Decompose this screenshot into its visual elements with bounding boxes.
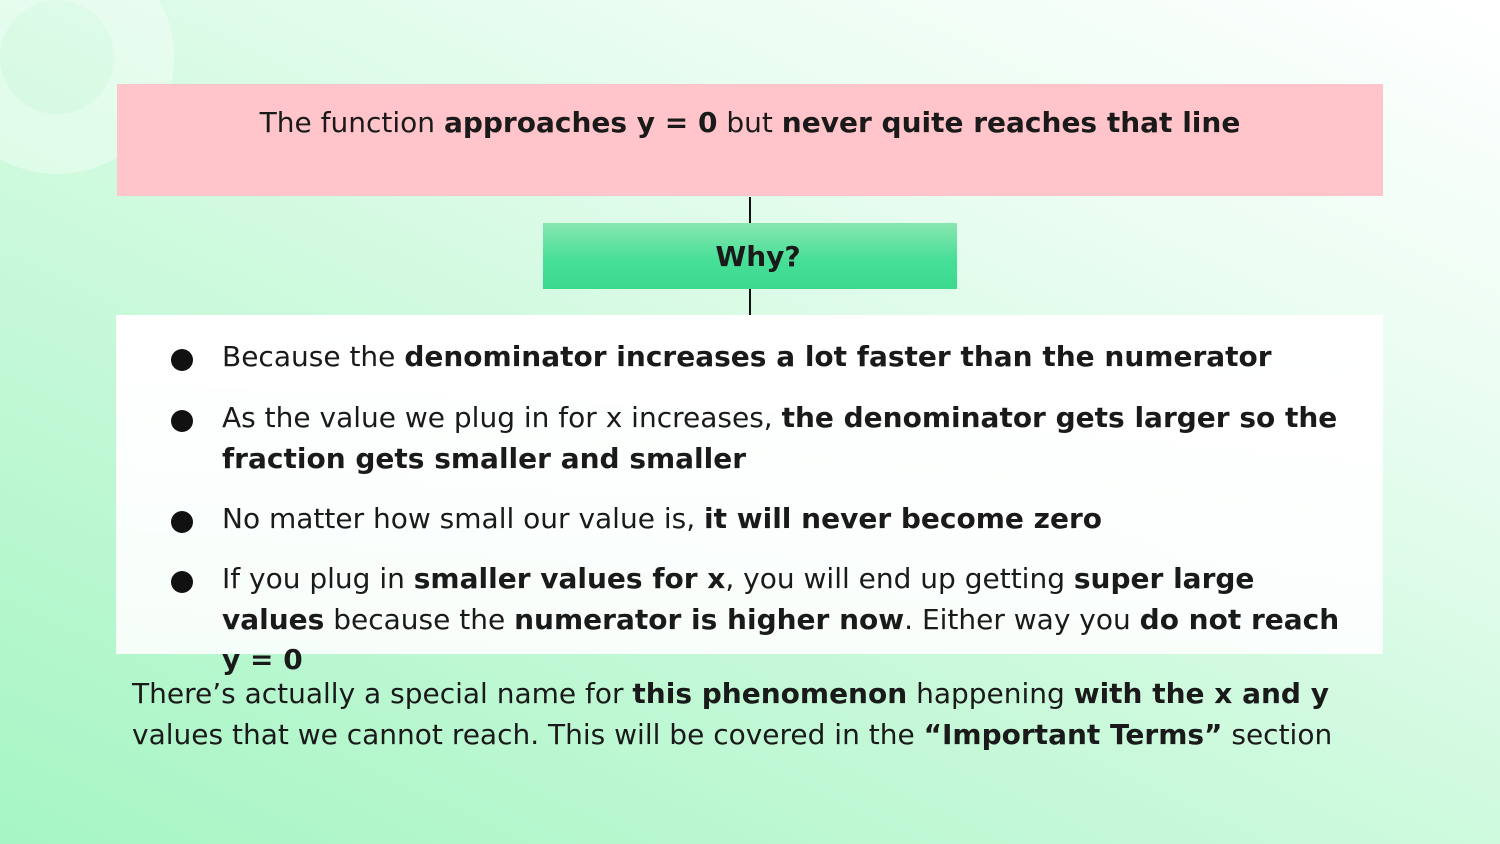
reason-text: No matter how small our value is, it wil… bbox=[222, 502, 1102, 535]
bullet-icon bbox=[171, 511, 193, 533]
statement-box: The function approaches y = 0 but never … bbox=[117, 84, 1383, 196]
footer-note: There’s actually a special name for this… bbox=[132, 677, 1333, 751]
reason-text: Because the denominator increases a lot … bbox=[222, 340, 1272, 373]
reason-text: As the value we plug in for x increases,… bbox=[222, 401, 1338, 475]
reason-text: If you plug in smaller values for x, you… bbox=[222, 562, 1340, 676]
bullet-icon bbox=[171, 349, 193, 371]
connector-line-top bbox=[749, 197, 751, 223]
statement-text: The function approaches y = 0 but never … bbox=[259, 106, 1241, 139]
bullet-icon bbox=[171, 410, 193, 432]
why-box: Why? bbox=[543, 223, 957, 289]
why-label: Why? bbox=[715, 239, 801, 273]
connector-line-bottom bbox=[749, 289, 751, 315]
bullet-icon bbox=[171, 571, 193, 593]
reasons-box: Because the denominator increases a lot … bbox=[116, 315, 1383, 676]
